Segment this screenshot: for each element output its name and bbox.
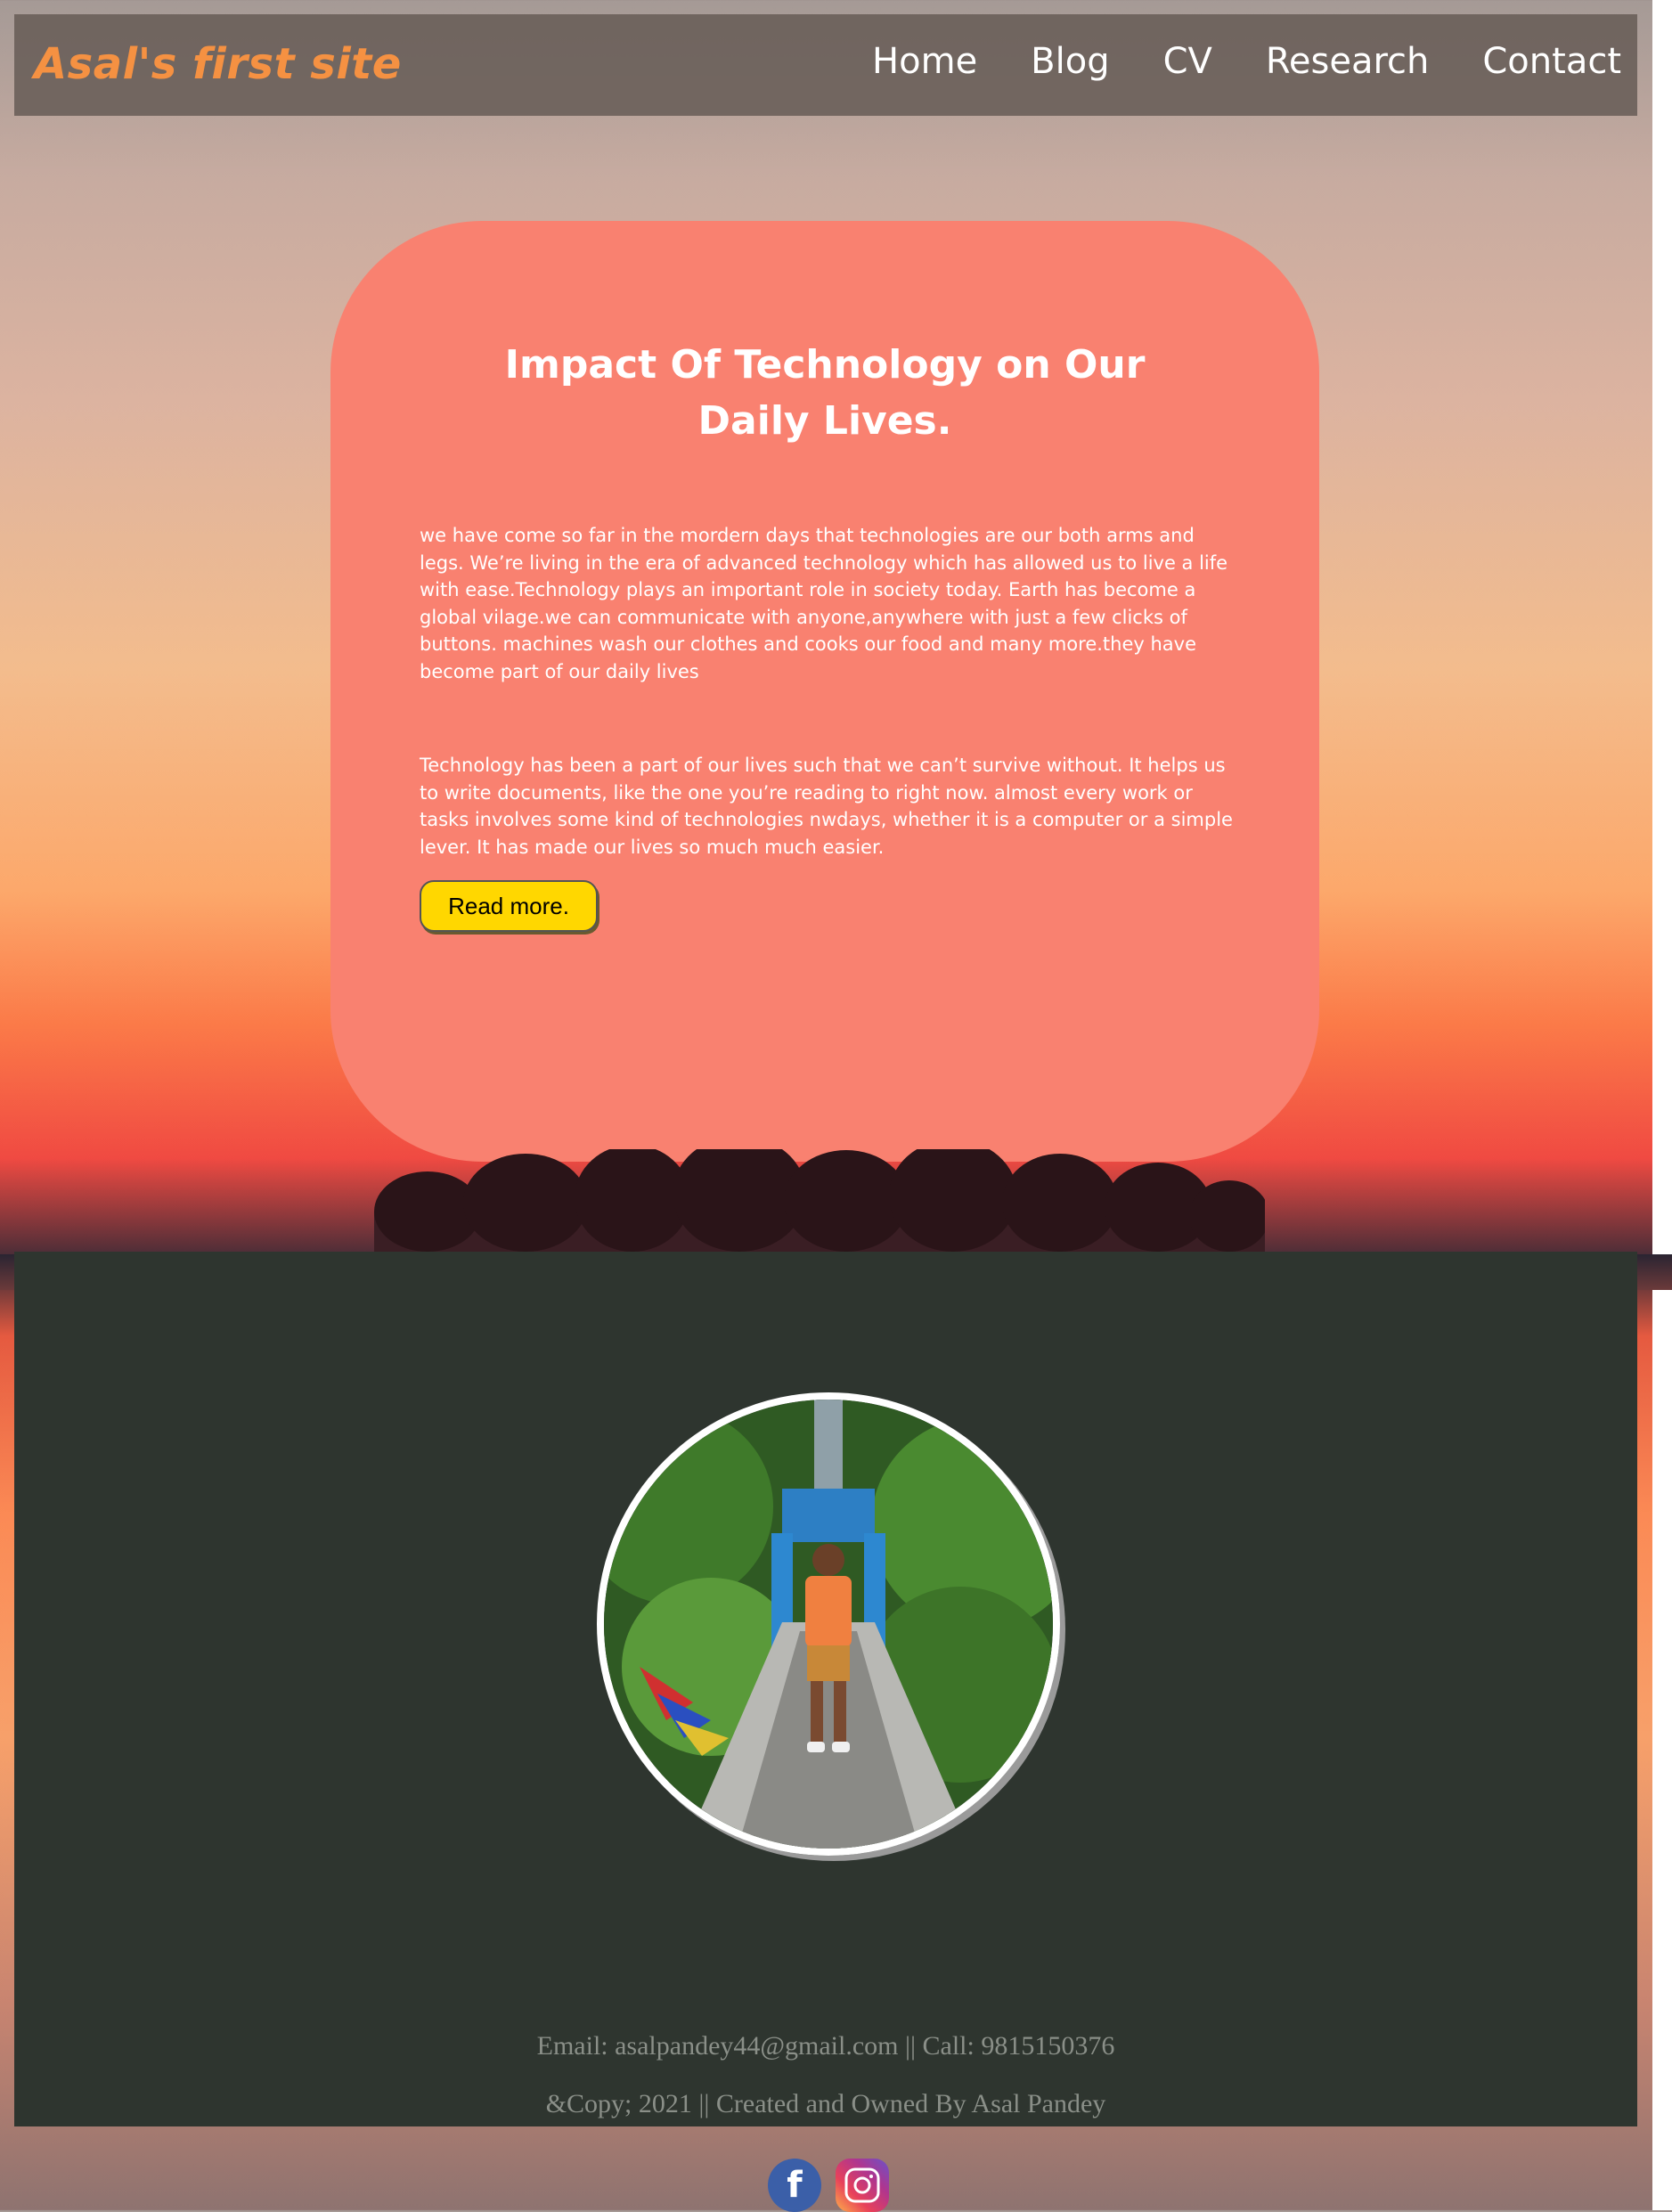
nav-cv-link[interactable]: CV <box>1163 41 1212 82</box>
profile-photo-image <box>604 1400 1053 1849</box>
article-paragraph-2: Technology has been a part of our lives … <box>420 755 1233 858</box>
contact-info: Email: asalpandey44@gmail.com || Call: 9… <box>536 2031 1115 2061</box>
copyright-text: &Copy; 2021 || Created and Owned By Asal… <box>545 2089 1106 2118</box>
nav-blog-link[interactable]: Blog <box>1031 41 1109 82</box>
profile-photo <box>597 1392 1060 1856</box>
facebook-icon[interactable]: f <box>768 2159 821 2212</box>
article-paragraph-1: we have come so far in the mordern days … <box>420 525 1228 682</box>
article-title: Impact Of Technology on Our Daily Lives. <box>504 342 1146 444</box>
main-nav: Home Blog CV Research Contact <box>819 41 1621 82</box>
nav-home-link[interactable]: Home <box>872 41 977 82</box>
read-more-button[interactable]: Read more. <box>420 880 598 932</box>
site-brand[interactable]: Asal's first site <box>34 39 402 89</box>
nav-research-link[interactable]: Research <box>1266 41 1429 82</box>
nav-contact-link[interactable]: Contact <box>1482 41 1621 82</box>
social-links: f <box>768 2159 889 2212</box>
article-card: Impact Of Technology on Our Daily Lives.… <box>330 221 1319 1162</box>
tree-silhouette-image <box>374 1149 1265 1252</box>
page-edge-stripe <box>1652 0 1672 2210</box>
navbar: Asal's first site Home Blog CV Research … <box>14 14 1637 116</box>
footer: Email: asalpandey44@gmail.com || Call: 9… <box>14 1252 1637 2126</box>
instagram-glyph <box>844 2167 880 2203</box>
instagram-icon[interactable] <box>836 2159 889 2212</box>
